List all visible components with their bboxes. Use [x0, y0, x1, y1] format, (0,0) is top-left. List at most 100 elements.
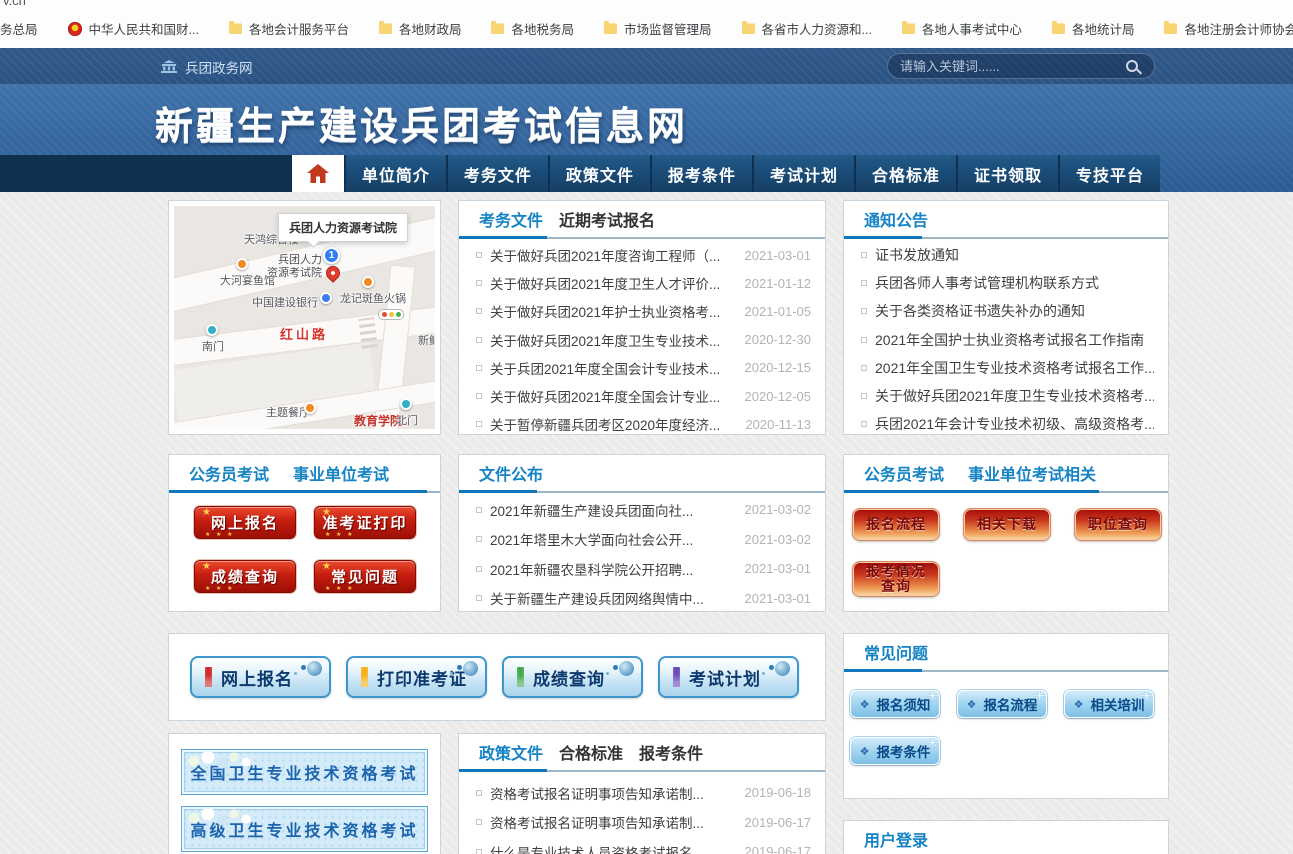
policy-item[interactable]: 什么是专业技术人员资格考试报名... 2019-06-17: [459, 837, 825, 854]
document-item[interactable]: 2021年新疆生产建设兵团面向社... 2021-03-02: [459, 495, 825, 525]
nav-tab[interactable]: 政策文件: [550, 155, 650, 192]
bookmark-item[interactable]: 各地财政局: [379, 19, 462, 38]
panel-header: 通知公告: [844, 201, 1168, 239]
bookmark-item[interactable]: 各地会计服务平台: [229, 19, 349, 38]
news-item[interactable]: 关于暂停新疆兵团考区2020年度经济... 2020-11-13: [459, 410, 825, 438]
bubbles-decoration-icon: [619, 661, 634, 676]
notice-item[interactable]: 兵团2021年会计专业技术初级、高级资格考...: [844, 410, 1168, 438]
search-icon[interactable]: [1126, 60, 1138, 72]
quick-links: 网上报名 打印准考证 成绩查询: [169, 634, 825, 698]
bookmark-item[interactable]: 各地税务局: [491, 19, 574, 38]
news-date: 2020-11-13: [745, 417, 811, 432]
faq-button[interactable]: 相关培训: [1064, 690, 1154, 718]
civil-service-panel: 公务员考试 事业单位考试 网上报名 准考证打印 成绩查询 常见问题: [168, 454, 441, 612]
main-content: 兵团人力资源考试院 1 兵团人力 资源考试院 天鸿综合楼 大河宴鱼馆 中国建设银…: [0, 192, 1293, 854]
news-item[interactable]: 关于做好兵团2021年度卫生人才评价... 2021-01-12: [459, 269, 825, 297]
news-item[interactable]: 关于做好兵团2021年护士执业资格考... 2021-01-05: [459, 297, 825, 325]
tab-exam-documents[interactable]: 考务文件: [479, 207, 543, 231]
nav-home-tab[interactable]: [292, 155, 344, 192]
nav-tab[interactable]: 单位简介: [346, 155, 446, 192]
news-item[interactable]: 关于兵团2021年度全国会计专业技术... 2020-12-15: [459, 354, 825, 382]
tab-notices[interactable]: 通知公告: [864, 207, 928, 231]
notice-item[interactable]: 证书发放通知: [844, 241, 1168, 269]
news-item[interactable]: 关于做好兵团2021年度咨询工程师（... 2021-03-01: [459, 241, 825, 269]
notice-title: 关于各类资格证书遗失补办的通知: [875, 301, 1154, 321]
campus-map[interactable]: 兵团人力资源考试院 1 兵团人力 资源考试院 天鸿综合楼 大河宴鱼馆 中国建设银…: [174, 206, 435, 429]
tab-institution-exam-related[interactable]: 事业单位考试相关: [968, 461, 1096, 485]
tab-passing-standards[interactable]: 合格标准: [559, 740, 623, 764]
notice-item[interactable]: 关于做好兵团2021年度卫生专业技术资格考...: [844, 382, 1168, 410]
tab-recent-registration[interactable]: 近期考试报名: [559, 207, 655, 231]
policy-item[interactable]: 资格考试报名证明事项告知承诺制... 2019-06-18: [459, 778, 825, 808]
bookmark-item[interactable]: 市场监督管理局: [604, 19, 712, 38]
nav-tab[interactable]: 证书领取: [958, 155, 1058, 192]
bookmark-folder-icon: [491, 23, 504, 34]
red-action-button[interactable]: 准考证打印: [314, 506, 416, 539]
orange-action-button[interactable]: 相关下载: [963, 508, 1051, 541]
nav-tab[interactable]: 专技平台: [1060, 155, 1160, 192]
tab-application-requirements[interactable]: 报考条件: [639, 740, 703, 764]
notice-title: 证书发放通知: [875, 245, 1154, 265]
tab-faq[interactable]: 常见问题: [864, 640, 928, 664]
notice-item[interactable]: 2021年全国护士执业资格考试报名工作指南: [844, 326, 1168, 354]
document-item[interactable]: 关于新疆生产建设兵团网络舆情中... 2021-03-01: [459, 584, 825, 614]
news-item[interactable]: 关于做好兵团2021年度全国会计专业... 2020-12-05: [459, 382, 825, 410]
active-tab-underline: [459, 769, 547, 772]
gov-portal-label: 兵团政务网: [185, 57, 253, 77]
map-label-longji: 龙记斑鱼火锅: [340, 290, 406, 306]
nav-tab[interactable]: 考试计划: [754, 155, 854, 192]
bookmarks-list: 务总局 中华人民共和国财... 各地会计服务平台 各地财政局: [0, 19, 1293, 38]
orange-action-button[interactable]: 职位查询: [1074, 508, 1162, 541]
panel-header: 公务员考试 事业单位考试: [169, 455, 440, 493]
news-title: 关于做好兵团2021年度卫生人才评价...: [490, 273, 737, 293]
health-exam-banner[interactable]: 高级卫生专业技术资格考试: [181, 806, 428, 852]
tab-institution-exam[interactable]: 事业单位考试: [293, 461, 389, 485]
nav-tab[interactable]: 报考条件: [652, 155, 752, 192]
bookmark-item[interactable]: 各地人事考试中心: [902, 19, 1022, 38]
tab-civil-service-exam[interactable]: 公务员考试: [189, 461, 269, 485]
bookmark-item[interactable]: 各地统计局: [1052, 19, 1135, 38]
quick-link-button[interactable]: 考试计划: [658, 656, 799, 698]
red-action-button[interactable]: 常见问题: [314, 560, 416, 593]
faq-button[interactable]: 报名流程: [957, 690, 1047, 718]
tab-published-documents[interactable]: 文件公布: [479, 461, 543, 485]
bookmark-item[interactable]: 各省市人力资源和...: [742, 19, 872, 38]
notice-item[interactable]: 兵团各师人事考试管理机构联系方式: [844, 269, 1168, 297]
tab-user-login[interactable]: 用户登录: [864, 827, 928, 851]
nav-tab[interactable]: 合格标准: [856, 155, 956, 192]
quick-link-button[interactable]: 网上报名: [190, 656, 331, 698]
map-marker-1[interactable]: 1: [323, 247, 340, 264]
tab-civil-service-exam[interactable]: 公务员考试: [864, 461, 944, 485]
map-poi-dot: [236, 258, 248, 270]
gov-portal-link[interactable]: 兵团政务网: [160, 48, 253, 85]
quick-link-button[interactable]: 打印准考证: [346, 656, 487, 698]
panel-header: 考务文件 近期考试报名: [459, 201, 825, 239]
faq-button[interactable]: 报考条件: [850, 737, 940, 765]
faq-button[interactable]: 报名须知: [850, 690, 940, 718]
tab-policy-documents[interactable]: 政策文件: [479, 740, 543, 764]
nav-tab[interactable]: 考务文件: [448, 155, 548, 192]
document-item[interactable]: 2021年新疆农垦科学院公开招聘... 2021-03-01: [459, 554, 825, 584]
news-title: 关于做好兵团2021年度全国会计专业...: [490, 386, 737, 406]
document-item[interactable]: 2021年塔里木大学面向社会公开... 2021-03-02: [459, 525, 825, 555]
orange-action-button[interactable]: 报考情况 查询: [852, 561, 940, 597]
news-item[interactable]: 关于做好兵团2021年度卫生专业技术... 2020-12-30: [459, 326, 825, 354]
health-exam-banner[interactable]: 全国卫生专业技术资格考试: [181, 749, 428, 795]
notice-item[interactable]: 关于各类资格证书遗失补办的通知: [844, 297, 1168, 325]
bookmark-item[interactable]: 务总局: [0, 19, 38, 38]
civil-service-buttons: 网上报名 准考证打印 成绩查询 常见问题: [169, 493, 440, 593]
bookmark-item[interactable]: 各地注册会计师协会: [1164, 19, 1293, 38]
search-input[interactable]: [900, 59, 1126, 74]
quick-link-label: 网上报名: [221, 665, 293, 690]
quick-link-button[interactable]: 成绩查询: [502, 656, 643, 698]
bookmark-item[interactable]: 中华人民共和国财...: [68, 19, 199, 38]
map-poi-dot: [304, 402, 316, 414]
news-date: 2021-03-01: [745, 248, 812, 263]
orange-action-button[interactable]: 报名流程: [852, 508, 940, 541]
bookmark-label: 各地注册会计师协会: [1184, 19, 1293, 38]
red-action-button[interactable]: 成绩查询: [194, 560, 296, 593]
red-action-button[interactable]: 网上报名: [194, 506, 296, 539]
notice-item[interactable]: 2021年全国卫生专业技术资格考试报名工作...: [844, 354, 1168, 382]
policy-item[interactable]: 资格考试报名证明事项告知承诺制... 2019-06-17: [459, 808, 825, 838]
panel-header: 公务员考试 事业单位考试相关: [844, 455, 1168, 493]
